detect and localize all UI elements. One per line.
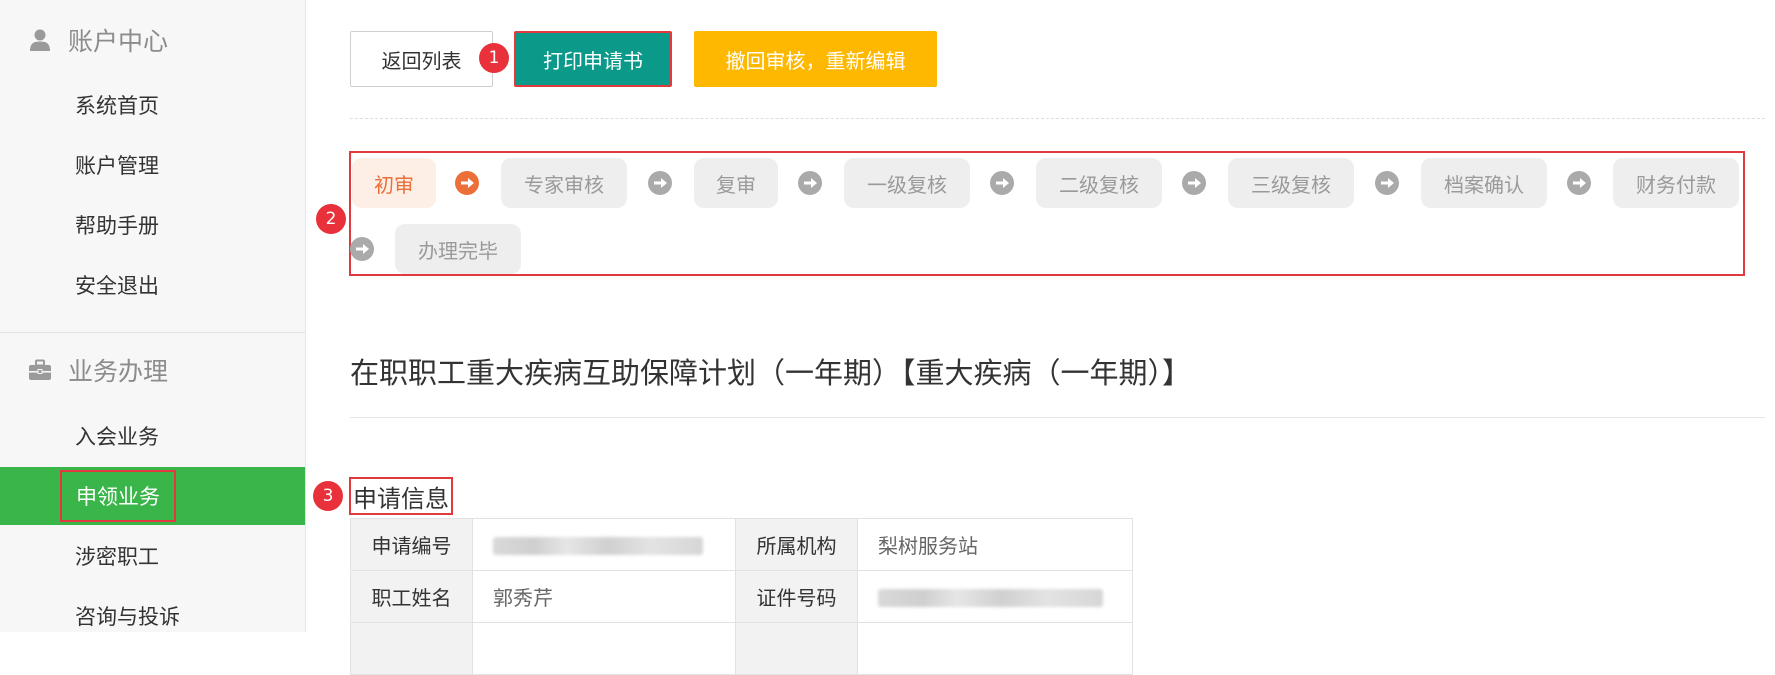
arrow-right-icon [798, 171, 822, 195]
step-level1-recheck: 一级复核 [844, 158, 970, 208]
arrow-right-icon [1375, 171, 1399, 195]
step-finance-payment: 财务付款 [1613, 158, 1739, 208]
print-application-button[interactable]: 打印申请书 [514, 31, 672, 87]
step-level3-recheck: 三级复核 [1228, 158, 1354, 208]
sidebar-item-consult-complaint[interactable]: 咨询与投诉 [0, 587, 305, 645]
value-application-number [472, 518, 736, 571]
arrow-right-icon [990, 171, 1014, 195]
label-id-number: 证件号码 [735, 570, 858, 623]
annotation-marker-2: 2 [316, 204, 346, 234]
sidebar-item-label: 涉密职工 [75, 545, 159, 569]
sidebar-item-label: 入会业务 [75, 425, 159, 449]
sidebar-item-label: 安全退出 [75, 274, 159, 298]
sidebar-item-help-manual[interactable]: 帮助手册 [0, 196, 305, 254]
section-title-application-info: 申请信息 [349, 477, 453, 515]
sidebar-item-home[interactable]: 系统首页 [0, 76, 305, 134]
step-archive-confirm: 档案确认 [1421, 158, 1547, 208]
arrow-right-icon [1182, 171, 1206, 195]
account-center-title: 账户中心 [68, 27, 169, 56]
toolbar-divider [350, 118, 1765, 119]
title-divider [350, 417, 1765, 418]
arrow-right-icon [350, 237, 374, 261]
value-employee-name: 郭秀芹 [472, 570, 736, 623]
table-row [350, 622, 1133, 675]
step-expert-review: 专家审核 [501, 158, 627, 208]
step-initial-review: 初审 [352, 158, 436, 208]
arrow-right-icon [1567, 171, 1591, 195]
sidebar-item-logout[interactable]: 安全退出 [0, 256, 305, 314]
label-employee-name: 职工姓名 [350, 570, 473, 623]
table-row: 申请编号 所属机构 梨树服务站 [350, 518, 1133, 571]
label-application-number: 申请编号 [350, 518, 473, 571]
application-info-table: 申请编号 所属机构 梨树服务站 职工姓名 郭秀芹 证件号码 [350, 518, 1133, 675]
user-icon [30, 29, 50, 51]
step-level2-recheck: 二级复核 [1036, 158, 1162, 208]
sidebar-item-label: 帮助手册 [75, 214, 159, 238]
business-header: 业务办理 [28, 350, 168, 390]
label-organization: 所属机构 [735, 518, 858, 571]
sidebar-item-label: 申领业务 [60, 470, 176, 522]
sidebar-divider [0, 332, 305, 333]
redacted-value [878, 589, 1103, 607]
sidebar-item-label: 咨询与投诉 [75, 605, 180, 629]
value-id-number [857, 570, 1133, 623]
annotation-marker-3: 3 [313, 481, 343, 511]
sidebar-item-label: 账户管理 [75, 154, 159, 178]
arrow-right-icon [648, 171, 672, 195]
sidebar-item-membership[interactable]: 入会业务 [0, 407, 305, 465]
briefcase-icon [29, 359, 51, 380]
sidebar-item-label: 系统首页 [75, 94, 159, 118]
annotation-marker-1: 1 [479, 43, 509, 73]
page-title: 在职职工重大疾病互助保障计划（一年期）【重大疾病（一年期）】 [350, 356, 1192, 390]
step-completed: 办理完毕 [395, 224, 521, 274]
arrow-right-icon [455, 171, 479, 195]
step-re-review: 复审 [694, 158, 778, 208]
withdraw-review-button[interactable]: 撤回审核，重新编辑 [694, 31, 937, 87]
account-center-header: 账户中心 [28, 20, 168, 60]
sidebar-item-claims[interactable]: 申领业务 [0, 467, 305, 525]
table-row: 职工姓名 郭秀芹 证件号码 [350, 570, 1133, 623]
value-organization: 梨树服务站 [857, 518, 1133, 571]
sidebar: 账户中心 系统首页 账户管理 帮助手册 安全退出 业务办理 入会业务 申领业务 … [0, 0, 306, 632]
sidebar-item-classified-staff[interactable]: 涉密职工 [0, 527, 305, 585]
back-to-list-button[interactable]: 返回列表 [350, 31, 493, 87]
sidebar-item-account-management[interactable]: 账户管理 [0, 136, 305, 194]
business-title: 业务办理 [68, 357, 169, 386]
redacted-value [493, 537, 703, 555]
